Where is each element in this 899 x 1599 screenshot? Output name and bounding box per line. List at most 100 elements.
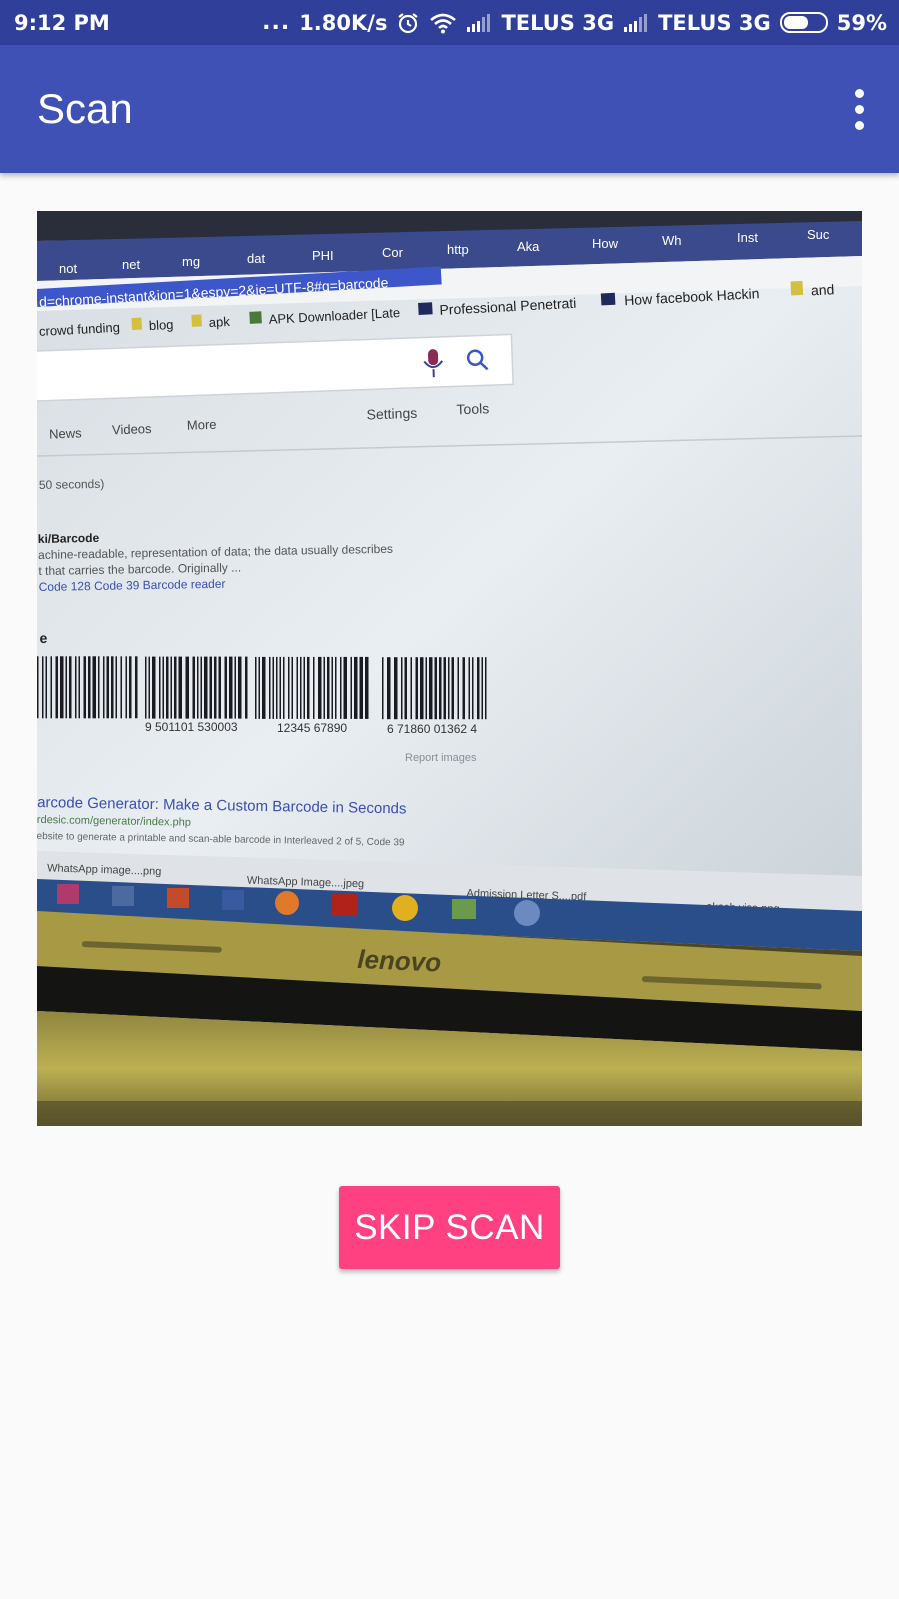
barcode-stripe (291, 656, 293, 719)
carrier-label-2: TELUS 3G (658, 10, 771, 35)
result-title: ki/Barcode (38, 531, 100, 546)
barcode-stripe (204, 656, 208, 719)
alarm-icon (396, 11, 420, 35)
browser-tab: Suc (807, 227, 830, 242)
barcode-stripe (262, 656, 266, 719)
barcode-stripe (279, 656, 281, 719)
barcode-stripe (185, 656, 189, 719)
barcode-stripe (229, 656, 233, 719)
barcode-stripe (394, 657, 398, 720)
more-vert-icon[interactable] (839, 79, 879, 139)
barcode-stripe (303, 656, 305, 719)
barcode-stripe (354, 656, 358, 719)
battery-icon (779, 12, 828, 33)
barcode-stripe (255, 656, 257, 719)
search-nav-item: Tools (456, 400, 489, 417)
barcode-stripe (307, 656, 310, 719)
barcode-stripe (174, 656, 177, 719)
signal-icon (623, 13, 649, 33)
barcode-stripe (197, 656, 199, 719)
barcode-stripe (69, 656, 72, 719)
browser-tab: http (447, 242, 469, 257)
barcode-stripe (120, 656, 122, 719)
browser-tab: Cor (382, 245, 404, 260)
barcode-stripe (148, 656, 150, 719)
camera-preview[interactable]: not net mg dat PHI Cor http Aka How Wh I… (37, 211, 862, 1126)
barcode-stripe (152, 656, 156, 719)
signal-icon (466, 13, 492, 33)
barcode-stripe (323, 656, 325, 719)
browser-tab: Inst (737, 230, 758, 245)
barcode-stripe (359, 656, 363, 719)
barcode-stripe (425, 657, 427, 720)
report-images-link: Report images (405, 752, 477, 764)
network-speed: 1.80K/s (299, 10, 388, 35)
skip-scan-button[interactable]: SKIP SCAN (339, 1186, 560, 1269)
barcode-stripe (218, 656, 221, 719)
bookmark: apk (208, 314, 230, 330)
barcode-stripe (162, 656, 164, 719)
barcode-stripe (45, 656, 47, 719)
barcode-stripe (166, 656, 169, 719)
barcode-stripe (37, 656, 39, 719)
barcode-stripe (331, 656, 333, 719)
barcode-stripe (288, 656, 290, 719)
barcode-stripe (269, 656, 271, 719)
bookmark: blog (148, 317, 173, 333)
barcode-stripe (106, 656, 109, 719)
barcode-stripe (429, 657, 433, 720)
browser-tab: mg (182, 254, 200, 269)
browser-tab: Aka (517, 239, 540, 254)
barcode-stripe (382, 657, 384, 720)
barcode-stripe (443, 657, 446, 720)
barcode-stripe (448, 657, 450, 720)
barcode-stripe (88, 656, 91, 719)
barcode-stripe (234, 656, 236, 719)
barcode-stripe (365, 656, 369, 719)
barcode-stripe (50, 656, 52, 719)
barcode-stripe (125, 656, 127, 719)
wifi-icon (429, 12, 457, 34)
barcode-stripe (200, 656, 202, 719)
search-nav-item: More (187, 417, 217, 433)
barcode-number: 9 501101 530003 (145, 720, 238, 734)
barcode-stripe (129, 656, 132, 719)
search-nav-item: Settings (366, 405, 417, 423)
barcode-stripe (115, 656, 117, 719)
barcode-stripe (276, 656, 278, 719)
barcode-stripe (404, 657, 407, 720)
barcode-stripe (65, 656, 67, 719)
status-time: 9:12 PM (14, 10, 110, 35)
bookmark: and (811, 281, 835, 298)
barcode-stripe (481, 657, 483, 720)
barcode-stripe (159, 656, 161, 719)
barcode-stripe (340, 656, 342, 719)
barcode-stripe (468, 657, 470, 720)
barcode-stripe (75, 656, 77, 719)
app-bar: Scan (0, 45, 899, 173)
barcode-stripe (318, 656, 322, 719)
browser-tab: How (592, 236, 619, 251)
barcode-numbers: 9 501101 530003 12345 67890 6 71860 0136… (145, 720, 477, 736)
browser-tab: dat (247, 251, 265, 266)
barcode-stripe (83, 656, 86, 719)
status-bar: 9:12 PM ... 1.80K/s TELUS 3G TELUS 3G 59… (0, 0, 899, 45)
barcode-stripe (170, 656, 172, 719)
search-nav-item: Videos (112, 421, 153, 437)
carrier-label-1: TELUS 3G (501, 10, 615, 35)
battery-percent: 59% (836, 10, 887, 35)
laptop-brand: lenovo (357, 944, 442, 977)
barcode-stripe (224, 656, 227, 719)
barcode-stripe (462, 657, 465, 720)
barcode-stripe (192, 656, 195, 719)
barcode-stripe (457, 657, 459, 720)
barcode-stripe (472, 657, 474, 720)
barcode-stripe (485, 657, 487, 720)
barcode-stripe (420, 657, 424, 720)
barcode-stripe (103, 656, 105, 719)
browser-tab: PHI (312, 248, 334, 263)
barcode-stripe (245, 656, 248, 719)
barcode-stripe (55, 656, 58, 719)
images-heading: e (39, 630, 47, 646)
barcode-stripe (410, 657, 412, 720)
